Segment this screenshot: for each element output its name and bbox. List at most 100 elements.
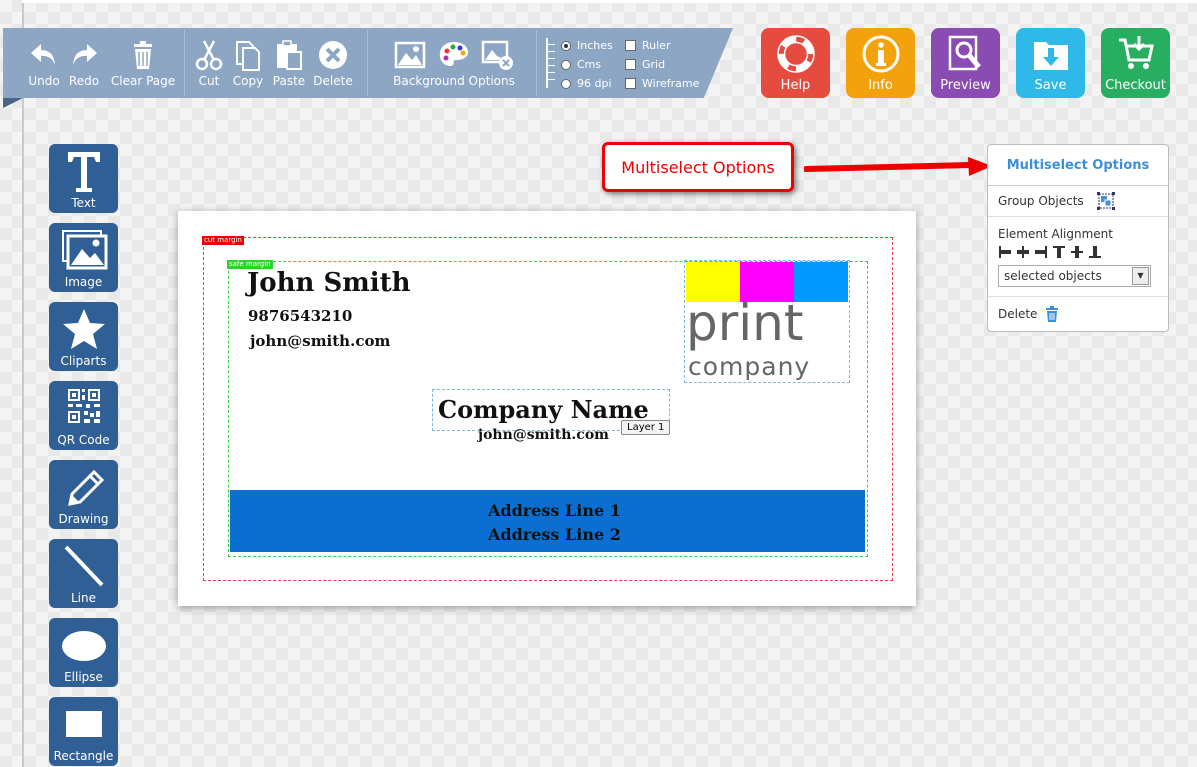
text-tool-icon xyxy=(67,152,100,192)
cart-icon xyxy=(1118,36,1154,69)
checkbox-grid[interactable] xyxy=(625,59,636,70)
qr-code-icon xyxy=(67,389,100,423)
card-name-text[interactable]: John Smith xyxy=(247,268,411,298)
toggle-wireframe[interactable]: Wireframe xyxy=(625,74,699,93)
delete-circle-icon xyxy=(319,41,347,69)
radio-inches[interactable] xyxy=(561,40,571,51)
toolbar-separator xyxy=(367,30,368,96)
lifebuoy-icon xyxy=(776,35,815,73)
group-objects-label: Group Objects xyxy=(998,194,1084,208)
folder-download-icon xyxy=(1033,42,1068,70)
undo-button[interactable]: Undo xyxy=(25,28,63,88)
preview-button[interactable]: Preview xyxy=(931,28,1000,98)
panel-delete-row[interactable]: Delete xyxy=(988,297,1168,331)
info-button[interactable]: Info xyxy=(846,28,915,98)
cut-button[interactable]: Cut xyxy=(190,28,228,88)
checkout-button[interactable]: Checkout xyxy=(1101,28,1170,98)
rectangle-tool-button[interactable]: Rectangle xyxy=(49,697,118,766)
group-objects-icon[interactable] xyxy=(1096,191,1116,211)
align-to-select[interactable]: selected objects ▼ xyxy=(998,264,1151,287)
copy-button[interactable]: Copy xyxy=(228,28,268,88)
align-top-icon[interactable] xyxy=(1052,245,1066,259)
card-email-text[interactable]: john@smith.com xyxy=(250,332,390,350)
canvas-frame-top xyxy=(22,0,1197,3)
multiselect-callout: Multiselect Options xyxy=(602,142,794,192)
background-options-icons xyxy=(393,38,515,72)
element-alignment-label: Element Alignment xyxy=(998,226,1113,241)
company-logo[interactable]: print company xyxy=(684,260,850,383)
redo-button[interactable]: Redo xyxy=(65,28,103,88)
view-toggle-group: Ruler Grid Wireframe xyxy=(625,36,699,93)
align-left-icon[interactable] xyxy=(998,245,1012,259)
info-icon xyxy=(862,35,899,73)
star-icon xyxy=(62,309,105,349)
unit-option-cms[interactable]: Cms xyxy=(543,55,613,74)
checkbox-ruler[interactable] xyxy=(625,40,636,51)
copy-icon xyxy=(236,41,260,71)
chevron-down-icon[interactable]: ▼ xyxy=(1132,266,1149,285)
card-company-email-text[interactable]: john@smith.com xyxy=(478,427,609,443)
text-tool-button[interactable]: Text xyxy=(49,144,118,213)
paste-button[interactable]: Paste xyxy=(268,28,310,88)
unit-option-dpi[interactable]: 96 dpi xyxy=(543,74,613,93)
clear-page-button[interactable]: Clear Page xyxy=(111,28,175,88)
cliparts-tool-button[interactable]: Cliparts xyxy=(49,302,118,371)
trash-icon xyxy=(134,41,152,69)
ellipse-tool-button[interactable]: Ellipse xyxy=(49,618,118,687)
panel-delete-label: Delete xyxy=(998,307,1038,321)
logo-word-company: company xyxy=(688,352,811,381)
qr-code-tool-button[interactable]: QR Code xyxy=(49,381,118,450)
toggle-grid[interactable]: Grid xyxy=(625,55,699,74)
delete-button[interactable]: Delete xyxy=(310,28,356,88)
callout-arrow xyxy=(804,157,992,176)
toolbar-fold xyxy=(3,98,23,108)
canvas-frame-left xyxy=(22,0,24,767)
element-alignment-section: Element Alignment selected objects ▼ xyxy=(988,217,1168,297)
align-center-horizontal-icon[interactable] xyxy=(1016,245,1030,259)
card-address-line-1[interactable]: Address Line 1 xyxy=(488,501,621,520)
cut-margin-label: cut margin xyxy=(202,236,244,245)
background-options-button[interactable]: Background Options xyxy=(375,28,533,88)
drawing-tool-button[interactable]: Drawing xyxy=(49,460,118,529)
card-phone-text[interactable]: 9876543210 xyxy=(248,307,352,325)
scissors-icon xyxy=(195,40,223,71)
unit-radio-group: Inches Cms 96 dpi xyxy=(543,36,613,93)
image-tool-button[interactable]: Image xyxy=(49,223,118,292)
remove-image-icon xyxy=(481,40,513,70)
logo-word-print: print xyxy=(686,294,804,352)
align-right-icon[interactable] xyxy=(1034,245,1048,259)
design-canvas[interactable]: cut margin safe margin John Smith 987654… xyxy=(178,211,916,606)
help-button[interactable]: Help xyxy=(761,28,830,98)
card-company-text[interactable]: Company Name xyxy=(438,395,649,424)
panel-title: Multiselect Options xyxy=(988,145,1168,186)
image-tool-icon xyxy=(61,230,107,270)
alignment-buttons xyxy=(998,245,1102,259)
redo-icon xyxy=(73,44,97,65)
radio-96dpi[interactable] xyxy=(561,78,571,89)
toggle-ruler[interactable]: Ruler xyxy=(625,36,699,55)
radio-cms[interactable] xyxy=(561,59,571,70)
toolbar-separator xyxy=(184,30,185,96)
unit-option-inches[interactable]: Inches xyxy=(543,36,613,55)
trash-icon[interactable] xyxy=(1045,306,1059,322)
save-button[interactable]: Save xyxy=(1016,28,1085,98)
pencil-icon xyxy=(67,469,104,506)
checkbox-wireframe[interactable] xyxy=(625,78,636,89)
undo-icon xyxy=(31,44,55,65)
ellipse-icon xyxy=(61,631,106,661)
line-icon xyxy=(64,545,103,587)
layer-tooltip: Layer 1 xyxy=(621,420,671,435)
rectangle-icon xyxy=(65,711,102,737)
card-address-line-2[interactable]: Address Line 2 xyxy=(488,525,621,544)
line-tool-button[interactable]: Line xyxy=(49,539,118,608)
align-center-vertical-icon[interactable] xyxy=(1070,245,1084,259)
align-bottom-icon[interactable] xyxy=(1088,245,1102,259)
image-icon xyxy=(394,41,426,69)
group-objects-row[interactable]: Group Objects xyxy=(988,186,1168,217)
magnifier-icon xyxy=(948,35,981,71)
toolbar-separator xyxy=(536,30,537,96)
main-toolbar: Undo Redo Clear Page Cut Copy Paste Dele… xyxy=(3,28,733,98)
clipboard-icon xyxy=(277,40,302,70)
multiselect-options-panel: Multiselect Options Group Objects Elemen… xyxy=(987,144,1169,332)
palette-icon xyxy=(439,42,469,67)
